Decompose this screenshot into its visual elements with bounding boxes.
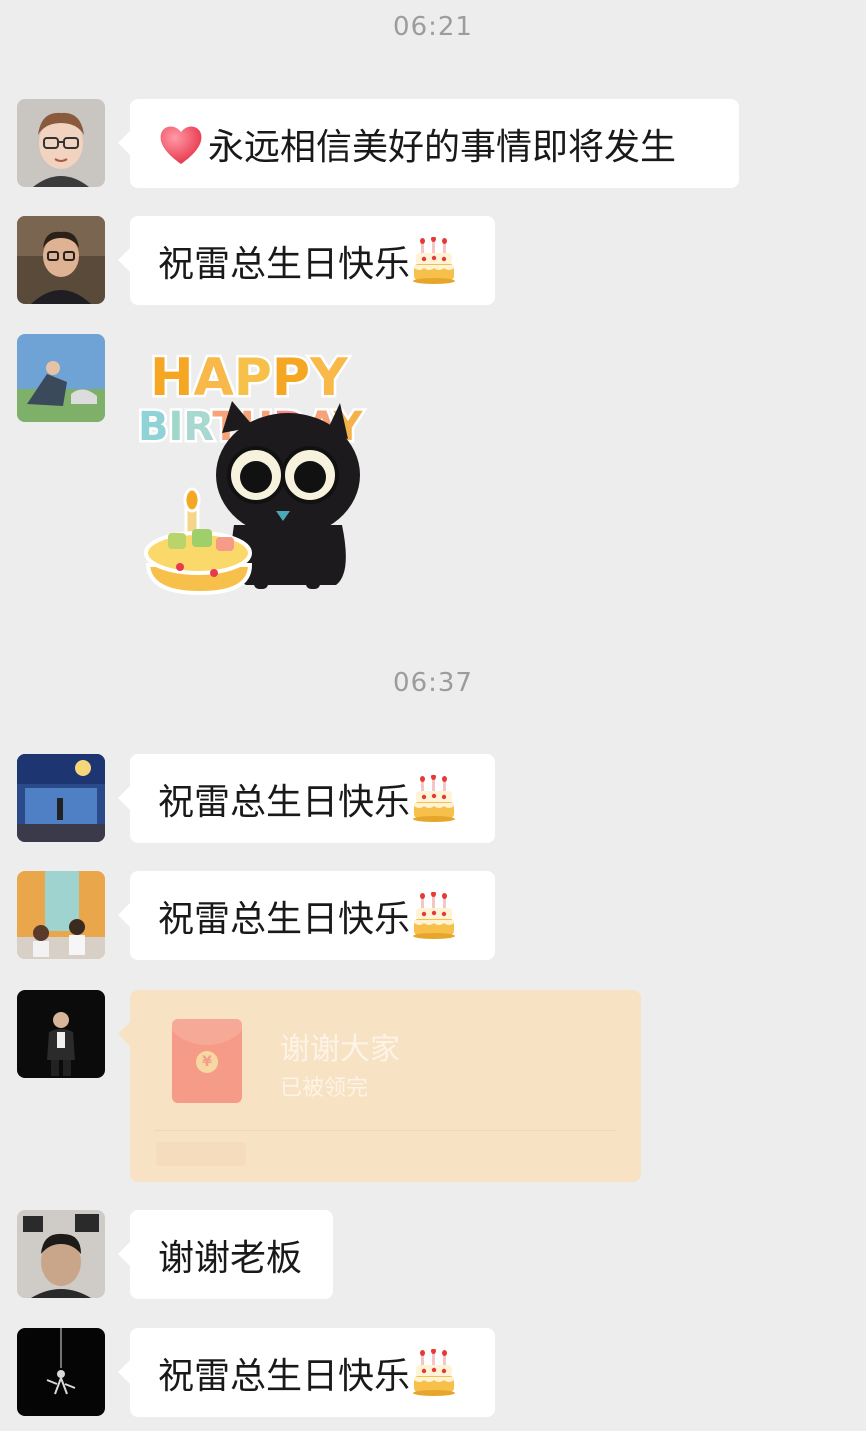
avatar-image [17,871,105,959]
avatar[interactable] [17,334,105,422]
red-envelope-flap [172,1019,242,1045]
yuan-coin-icon: ¥ [196,1051,218,1073]
message-text: 祝雷总生日快乐 [158,898,411,940]
avatar[interactable] [17,99,105,187]
avatar-image [17,216,105,304]
message-text: 永远相信美好的事情即将发生 [208,126,677,168]
message-bubble[interactable]: 谢谢老板 [118,1210,333,1299]
avatar[interactable] [17,871,105,959]
red-packet-title: 谢谢大家 [280,1032,400,1067]
message-bubble[interactable]: 祝雷总生日快乐 [118,871,495,960]
birthday-cake-icon [412,892,456,940]
timestamp: 06:21 [393,12,473,42]
sticker-text-happy: HAPPY [150,348,349,408]
message-bubble[interactable]: 祝雷总生日快乐 [118,1328,495,1417]
avatar[interactable] [17,1210,105,1298]
birthday-cake-icon [412,1349,456,1397]
avatar-image [17,754,105,842]
avatar[interactable] [17,216,105,304]
message-text: 谢谢老板 [158,1237,303,1279]
avatar-image [17,1328,105,1416]
message-text: 祝雷总生日快乐 [158,1355,411,1397]
birthday-cake-icon [412,237,456,285]
message-text: 祝雷总生日快乐 [158,781,411,823]
avatar-image [17,99,105,187]
message-text: 祝雷总生日快乐 [158,243,411,285]
message-bubble[interactable]: 祝雷总生日快乐 [118,754,495,843]
avatar-image [17,1210,105,1298]
avatar-image [17,334,105,422]
red-packet-status: 已被领完 [280,1076,369,1101]
avatar[interactable] [17,1328,105,1416]
message-bubble[interactable]: 祝雷总生日快乐 [118,216,495,305]
avatar[interactable] [17,754,105,842]
heart-icon [160,125,202,164]
birthday-cake-icon [412,775,456,823]
red-envelope-icon: ¥ [172,1019,242,1103]
happy-birthday-sticker[interactable]: HAPPY BIRTHDAY [130,335,390,600]
timestamp: 06:37 [393,668,473,698]
red-packet-message[interactable]: ¥ 谢谢大家 已被领完 [118,990,641,1182]
red-packet-divider [154,1130,617,1131]
red-packet-footer-label [156,1142,246,1166]
message-bubble[interactable]: 永远相信美好的事情即将发生 [118,99,739,188]
avatar-image [17,990,105,1078]
avatar[interactable] [17,990,105,1078]
